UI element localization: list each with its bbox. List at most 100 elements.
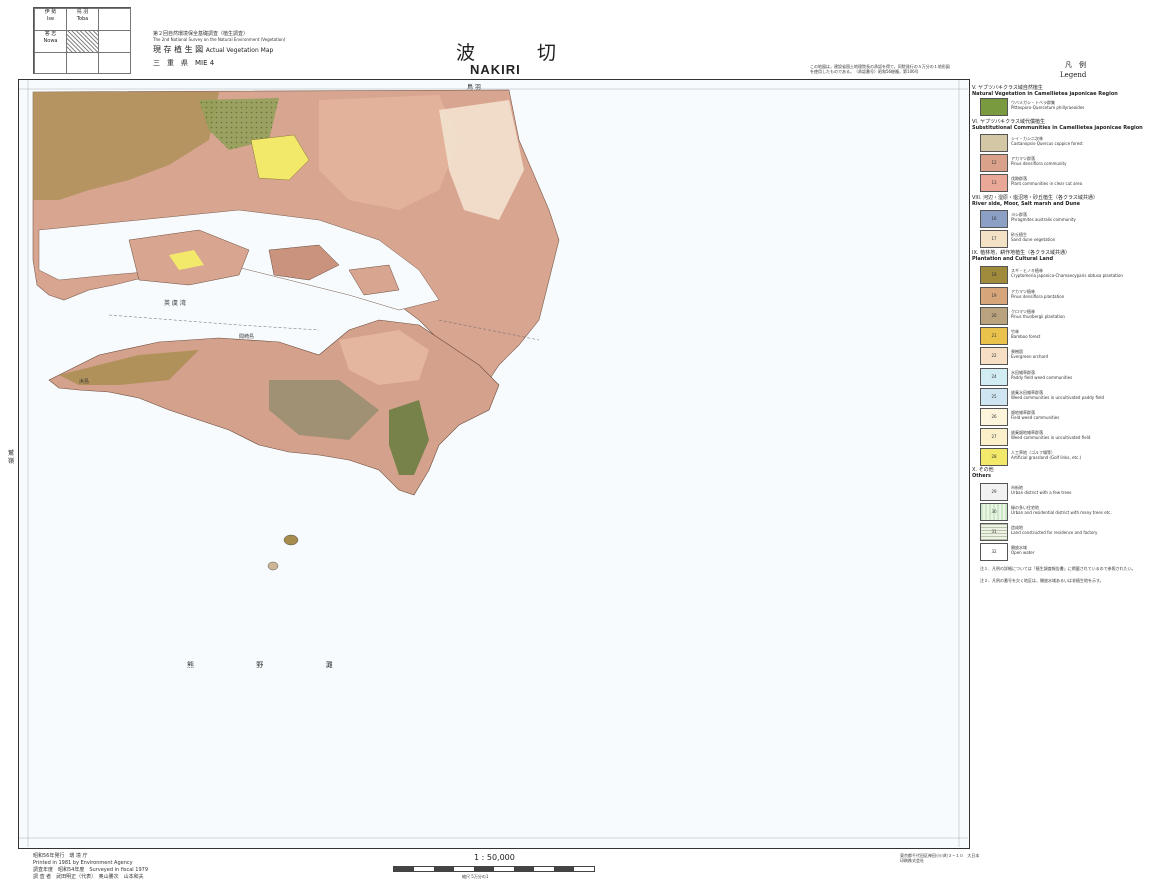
sheet-title-jp: 波 切 <box>456 42 585 64</box>
legend-item: 24 水田雑草群落 Paddy field weed communities <box>980 368 1150 386</box>
swatch-coppice <box>980 134 1008 152</box>
legend-item: ウバメガシ・トベラ群集 Pittosporo-Quercetum phillyra… <box>980 98 1150 116</box>
swatch-phragmites: 16 <box>980 210 1008 228</box>
legend-item: 19 アカマツ植林 Pinus densiflora plantation <box>980 287 1150 305</box>
legend-text: 果樹園 Evergreen orchard <box>1011 349 1049 359</box>
legend-section-6: VI. ヤブツバキクラス域代償植生 Substitutional Communit… <box>972 119 1143 131</box>
index-cell-2: 鳥 羽 Toba <box>66 8 99 31</box>
index-cell-6 <box>98 30 131 53</box>
index-cell-8 <box>66 52 99 74</box>
legend-section-10: X. その他 Others <box>972 467 994 479</box>
legend-section-9: IX. 植林地，耕作地植生（各クラス域共通） Plantation and Cul… <box>972 250 1070 262</box>
survey-title-en: The 2nd National Survey on the Natural E… <box>153 37 286 42</box>
legend-item: 21 竹林 Bamboo forest <box>980 327 1150 345</box>
label-side: 鷲 嶺 <box>8 450 15 465</box>
legend-item: 27 放棄畑地雑草群落 Weed communities in uncultivat… <box>980 428 1150 446</box>
map-type: 現 存 植 生 図 Actual Vegetation Map <box>153 44 273 55</box>
legend-title-en: Legend <box>1060 71 1087 79</box>
legend-item: シイ・カシ二次林 Castanopsis-Quercus coppice fore… <box>980 134 1150 152</box>
legend-text: クロマツ植林 Pinus thunbergii plantation <box>1011 309 1065 319</box>
survey-title-jp: 第２回自然環境保全基礎調査（植生調査） <box>153 31 249 37</box>
prefecture-label: 三 重 県 MIE 4 <box>153 59 215 67</box>
surveyed-year: 調査年度 昭和54年度 Surveyed in fiscal 1979 <box>33 867 149 873</box>
swatch-sand-dune: 17 <box>980 230 1008 248</box>
label-mazakijima: 間崎島 <box>239 334 255 340</box>
legend-text: 放棄畑地雑草群落 Weed communities in uncultivated… <box>1011 430 1091 440</box>
swatch-pittosporo <box>980 98 1008 116</box>
label-hamajima: 浜島 <box>79 379 90 385</box>
legend-text: ウバメガシ・トベラ群集 Pittosporo-Quercetum phillyra… <box>1011 100 1085 110</box>
legend-item: 12 アカマツ群落 Pinus densiflora community <box>980 154 1150 172</box>
legend-text: 人工草地（ゴルフ場等） Artificial grassland (Golf li… <box>1011 450 1082 460</box>
surveyors: 調 査 者 武田明正（代表） 奥山勝次 山本和夫 <box>33 874 144 880</box>
swatch-open-water: 32 <box>980 543 1008 561</box>
swatch-pinus-community: 12 <box>980 154 1008 172</box>
swatch-orchard: 22 <box>980 347 1008 365</box>
map-frame[interactable]: 英 虞 湾 熊 野 灘 間崎島 浜島 鳥 羽 <box>18 79 970 849</box>
swatch-clear-cut: 13 <box>980 174 1008 192</box>
legend-text: ヨシ群落 Phragmites australis community <box>1011 212 1076 222</box>
legend-text: シイ・カシ二次林 Castanopsis-Quercus coppice fore… <box>1011 136 1083 146</box>
legend-section-8: VIII. 河辺・湿原・塩沼地・砂丘植生（各クラス域共通） River side,… <box>972 195 1098 207</box>
swatch-artificial-grassland: 28 <box>980 448 1008 466</box>
legend-text: 市街地 Urban district with a few trees <box>1011 485 1072 495</box>
printer-info: 東京都千代田区神田小川町３−１０ 大日本印刷株式会社 <box>900 853 980 863</box>
legend-item: 26 畑地雑草群落 Field weed communities <box>980 408 1150 426</box>
legend-text: 砂丘植生 Sand dune vegetation <box>1011 232 1056 242</box>
index-cell-3 <box>98 8 131 31</box>
legend-text: 竹林 Bamboo forest <box>1011 329 1041 339</box>
legend-item: 17 砂丘植生 Sand dune vegetation <box>980 230 1150 248</box>
legend-title-jp: 凡 例 <box>1065 61 1086 69</box>
label-toba: 鳥 羽 <box>467 84 481 91</box>
scale-bar <box>393 866 595 872</box>
legend-item: 18 スギ・ヒノキ植林 Cryptomeria japonica-Chamaecyp… <box>980 266 1150 284</box>
scale-text: 1 : 50,000 <box>474 853 515 862</box>
index-cell-4: 答 志 Nowa <box>34 30 67 53</box>
swatch-bamboo: 21 <box>980 327 1008 345</box>
legend-item: 30 緑の多い住宅地 Urban and residential district … <box>980 503 1150 521</box>
legend-section-5: V. ヤブツバキクラス域自然植生 Natural Vegetation in Ca… <box>972 85 1118 97</box>
legend-item: 20 クロマツ植林 Pinus thunbergii plantation <box>980 307 1150 325</box>
map-type-en: Actual Vegetation Map <box>205 47 274 54</box>
index-cell-1: 伊 勢 Ise <box>34 8 67 31</box>
legend-item: 16 ヨシ群落 Phragmites australis community <box>980 210 1150 228</box>
published-en: Printed in 1981 by Environment Agency <box>33 860 133 866</box>
legend-text: アカマツ群落 Pinus densiflora community <box>1011 156 1067 166</box>
swatch-urban: 29 <box>980 483 1008 501</box>
legend-text: 造成地 Land constructed for residence and fa… <box>1011 525 1098 535</box>
index-map-box: 伊 勢 Ise 鳥 羽 Toba 答 志 Nowa <box>33 7 131 74</box>
legend-text: 開放水域 Open water <box>1011 545 1035 555</box>
legend-item: 32 開放水域 Open water <box>980 543 1150 561</box>
scale-note: 縮尺 5万分の1 <box>462 874 489 879</box>
swatch-cryptomeria: 18 <box>980 266 1008 284</box>
south-islet-1 <box>283 534 299 546</box>
copyright-note: この地図は，建設省国土地理院長の承認を得て，同院発行の５万分の１地形図を使用した… <box>810 64 950 74</box>
legend-note-1: 注１．凡例の詳細については「植生調査報告書」に掲載されているので参照されたい。 <box>980 566 1136 571</box>
vegetation-map <box>19 80 968 847</box>
legend-text: 水田雑草群落 Paddy field weed communities <box>1011 370 1073 380</box>
swatch-pinus-plantation: 19 <box>980 287 1008 305</box>
legend-text: アカマツ植林 Pinus densiflora plantation <box>1011 289 1065 299</box>
index-cell-7 <box>34 52 67 74</box>
legend-text: 畑地雑草群落 Field weed communities <box>1011 410 1060 420</box>
sheet-title-en: NAKIRI <box>470 62 521 77</box>
published-jp: 昭和56年発行 環 境 庁 <box>33 853 88 859</box>
swatch-uncultivated-field: 27 <box>980 428 1008 446</box>
swatch-pinus-thunbergii: 20 <box>980 307 1008 325</box>
legend-item: 13 伐跡群落 Plant communities in clear cut are… <box>980 174 1150 192</box>
legend-item: 22 果樹園 Evergreen orchard <box>980 347 1150 365</box>
legend-item: 29 市街地 Urban district with a few trees <box>980 483 1150 501</box>
label-kumano-sea: 熊 野 灘 <box>187 661 363 669</box>
legend-item: 28 人工草地（ゴルフ場等） Artificial grassland (Golf … <box>980 448 1150 466</box>
legend-text: スギ・ヒノキ植林 Cryptomeria japonica-Chamaecypar… <box>1011 268 1123 278</box>
legend-item: 31 造成地 Land constructed for residence and … <box>980 523 1150 541</box>
legend-text: 放棄水田雑草群落 Weed communities in uncultivated… <box>1011 390 1105 400</box>
legend-text: 伐跡群落 Plant communities in clear cut area <box>1011 176 1083 186</box>
legend-text: 緑の多い住宅地 Urban and residential district wi… <box>1011 505 1112 515</box>
south-islet-2 <box>267 561 279 571</box>
map-type-jp: 現 存 植 生 図 <box>153 45 204 54</box>
swatch-constructed: 31 <box>980 523 1008 541</box>
swatch-field-weed: 26 <box>980 408 1008 426</box>
index-cell-9 <box>98 52 131 74</box>
index-cell-current <box>66 30 99 53</box>
